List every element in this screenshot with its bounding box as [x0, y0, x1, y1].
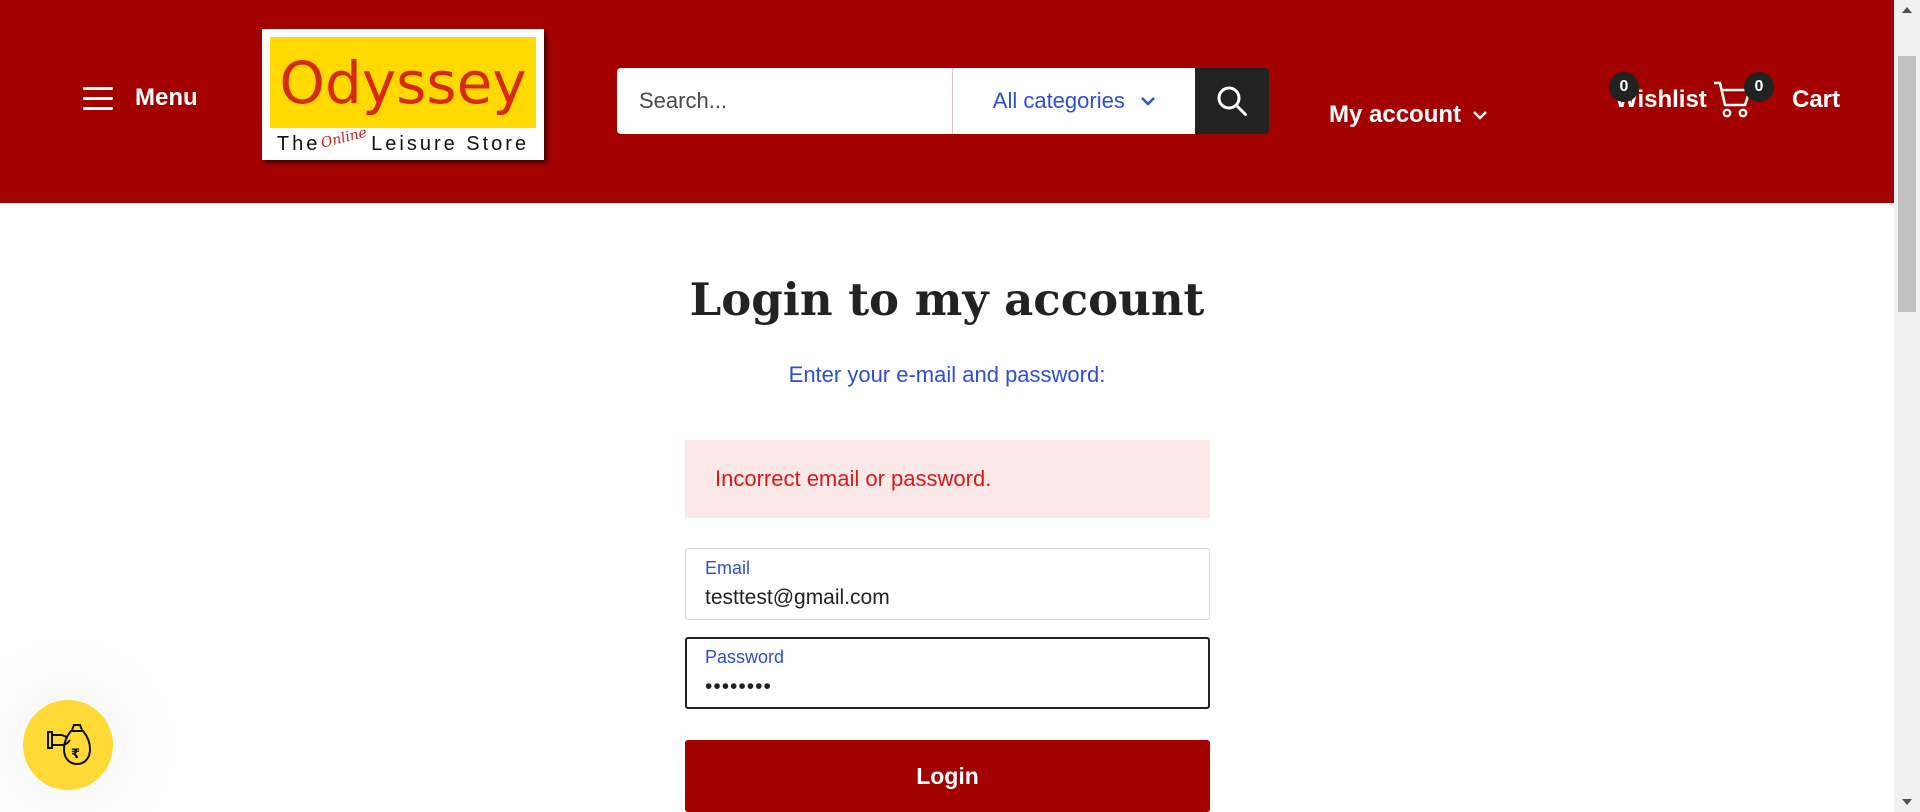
scrollbar-thumb[interactable] [1898, 56, 1916, 312]
category-select[interactable]: All categories [952, 68, 1196, 134]
search-input[interactable] [617, 68, 952, 134]
logo-tagline-online: Online [319, 124, 369, 152]
page-subtitle: Enter your e-mail and password: [788, 362, 1106, 387]
logo-tagline-rest: Leisure Store [371, 132, 530, 155]
scroll-up-arrow-icon[interactable] [1894, 0, 1920, 20]
logo-tagline-the: The [276, 132, 321, 155]
hamburger-icon [83, 87, 113, 110]
loyalty-rupee-icon: ₹ [47, 724, 91, 766]
svg-text:₹: ₹ [71, 747, 80, 762]
page-title: Login to my account [689, 273, 1205, 326]
password-field[interactable]: Password •••••••• [685, 637, 1210, 709]
site-header: Menu Odyssey The Online Leisure Store Al… [0, 0, 1894, 203]
menu-button[interactable]: Menu [83, 84, 198, 112]
logo-brand: Odyssey [279, 48, 527, 117]
search-bar: All categories [617, 68, 1269, 134]
email-field[interactable]: Email testtest@gmail.com [685, 548, 1210, 620]
password-field-value: •••••••• [705, 675, 772, 698]
my-account-label: My account [1329, 101, 1462, 128]
loyalty-rewards-button[interactable]: ₹ [23, 700, 113, 790]
cart-link[interactable]: Cart [1792, 86, 1840, 114]
chevron-down-icon [1140, 96, 1155, 106]
wishlist-count-badge: 0 [1609, 72, 1639, 102]
email-field-label: Email [705, 558, 751, 578]
error-alert: Incorrect email or password. [685, 440, 1210, 518]
search-button[interactable] [1195, 68, 1269, 134]
email-field-value: testtest@gmail.com [705, 586, 890, 609]
category-select-label: All categories [992, 88, 1125, 113]
cart-count-badge: 0 [1744, 72, 1774, 102]
my-account-dropdown[interactable]: My account [1329, 101, 1487, 129]
password-field-label: Password [705, 647, 785, 667]
menu-label: Menu [135, 84, 198, 111]
page-scrollbar[interactable] [1894, 0, 1920, 812]
chevron-down-icon [1473, 110, 1487, 120]
scroll-down-arrow-icon[interactable] [1894, 792, 1920, 812]
store-logo[interactable]: Odyssey The Online Leisure Store [262, 29, 544, 160]
error-message: Incorrect email or password. [715, 466, 992, 491]
search-icon [1217, 86, 1248, 116]
login-button[interactable]: Login [685, 740, 1210, 812]
